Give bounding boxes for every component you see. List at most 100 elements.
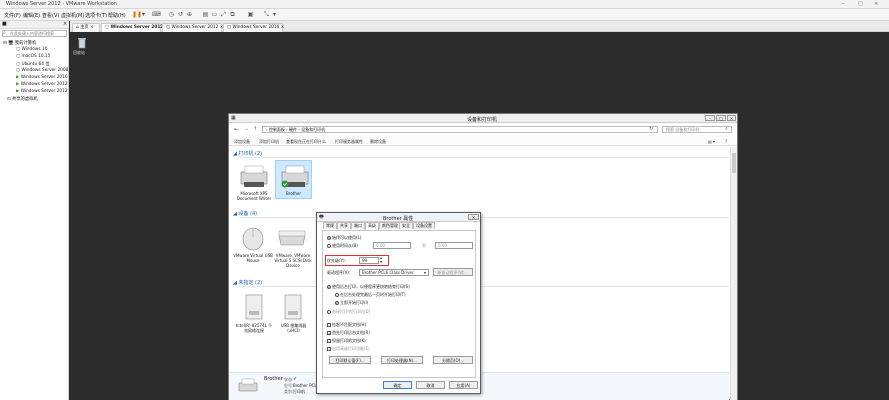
printing-defaults-button[interactable]: 打印默认值(F)... [329,356,371,364]
close-library-icon[interactable]: × [63,21,67,27]
print-spooled-first-checkbox[interactable]: ✓首先打印后台文档(R) [327,330,370,336]
apply-button[interactable]: 应用(A) [449,381,478,389]
tree-item-ws2012-b[interactable]: ▶ Windows Server 2012 [16,89,68,94]
snapshot-manager-icon[interactable]: ⊕ [186,11,193,18]
unspecified-section-header[interactable]: ◢ 未指定 (2) [233,279,262,286]
disk-icon[interactable] [276,227,308,249]
printers-section-header[interactable]: ◢ 打印机 (2) [233,150,262,157]
driver-select[interactable]: Brother PCL6 Class Driver ▾ [359,269,429,276]
console-icon[interactable]: ▣ [247,11,254,18]
recycle-bin-icon[interactable] [76,37,88,49]
tree-root[interactable]: ⊟ 🖥 我的计算机 [3,40,36,46]
tab-home[interactable]: ⌂ 主页 × [72,23,100,32]
tree-item-macos[interactable]: ▢ macOS 10.15 [16,54,50,59]
stretch-icon[interactable]: ⤡ [263,11,270,18]
tab-ws2012-active[interactable]: ▢ Windows Server 2012 × [101,23,168,32]
stretch-dropdown-icon[interactable]: ▾ [271,11,278,18]
pause-icon[interactable]: ❚❚ [132,11,142,18]
tab-ports[interactable]: 端口 [351,222,365,229]
maximize-icon[interactable]: □ [858,1,863,7]
mouse-icon[interactable] [237,224,269,252]
up-icon[interactable]: ↑ [253,126,257,132]
back-icon[interactable]: ← [234,126,239,133]
menu-vm[interactable]: 虚拟机(M) [61,12,84,19]
scrollbar-thumb[interactable] [732,153,736,173]
tree-item-ws2016[interactable]: ▶ Windows Server 2016 [16,75,68,80]
start-after-last-radio[interactable]: 在后台处理完最后一页时开始打印(T) [335,292,406,298]
print-processor-button[interactable]: 打印处理器(N)... [381,356,423,364]
new-driver-button[interactable]: 新驱动程序(W)... [433,268,473,276]
revert-icon[interactable]: ↺ [177,11,184,18]
tree-item-shared[interactable]: ⊡ 共享的虚拟机 [7,96,38,102]
brother-printer-icon[interactable] [278,163,312,189]
start-immediately-radio[interactable]: 立即开始打印(I) [335,300,368,306]
tab-advanced[interactable]: 高级 [365,222,379,230]
ok-button[interactable]: 确定 [383,381,412,389]
usb-hub-icon[interactable] [282,293,304,321]
devices-section-header[interactable]: ◢ 设备 (4) [233,210,257,217]
view-options-icon[interactable]: ▤ ▾ [708,139,715,144]
help-icon[interactable]: ? [725,139,727,144]
minimize-icon[interactable]: – [705,115,715,121]
dropdown-icon[interactable]: ▾ [140,11,147,18]
menu-help[interactable]: 帮助(H) [108,12,126,19]
send-keys-icon[interactable]: ⌨ [152,11,161,18]
close-icon[interactable]: × [727,115,736,121]
menu-tabs[interactable]: 选项卡(T) [85,12,107,19]
network-adapter-icon[interactable] [243,293,265,321]
details-category: 打印机 [293,389,305,394]
add-printer-button[interactable]: 添加打印机 [259,139,279,145]
thumbnail-icon[interactable]: ▭ [211,11,218,18]
tab-device-settings[interactable]: 设备设置 [413,222,435,229]
unity-icon[interactable]: ⧉ [229,11,236,18]
tree-item-ubuntu[interactable]: ▢ Ubuntu 64 位 [16,61,50,67]
vertical-scrollbar[interactable] [730,147,737,400]
spool-radio[interactable]: 使用后台打印，以便程序更快地结束打印(S) [327,284,410,290]
tree-item-ws2012-a[interactable]: ▶ Windows Server 2012 [16,82,68,87]
priority-spinner-icon[interactable]: ▴ ▾ [380,256,382,264]
dialog-title: Brother 属性 [383,216,414,222]
tab-sharing[interactable]: 共享 [337,222,351,229]
tree-item-windows10[interactable]: ▢ Windows 10 [16,47,47,52]
menu-view[interactable]: 查看(V) [42,12,59,19]
search-input[interactable]: 搜索 设备和打印机 [662,126,732,133]
sidebar-toggle-icon[interactable]: ▤ [202,11,209,18]
see-whats-printing-button[interactable]: 查看现在正在打印什么 [286,139,326,145]
forward-icon[interactable]: → [243,126,248,133]
devices-window: ▦ 设备和打印机 – □ × ← → ↑ › 控制面板 › 硬件 › 设备和打印… [228,113,738,400]
maximize-icon[interactable]: □ [716,115,726,121]
close-icon[interactable]: × [468,214,479,220]
vm-tabbar: ⌂ 主页 × ▢ Windows Server 2012 × ▢ Windows… [70,21,889,32]
tab-general[interactable]: 常规 [323,222,337,229]
keep-printed-checkbox[interactable]: 保留打印的文档(K) [327,338,366,344]
library-search-input[interactable]: 在此处键入内容进行搜索 [2,30,67,37]
hold-mismatched-checkbox[interactable]: 挂起不匹配文档(H) [327,322,366,328]
tab-security[interactable]: 安全 [399,222,413,229]
tree-item-ws2008[interactable]: ▢ Windows Server 2008 [16,68,68,73]
refresh-icon[interactable]: ↻ [649,126,653,132]
available-from-radio[interactable]: 使用时间从(B) [327,243,358,249]
always-available-radio[interactable]: 始终可以使用(L) [327,235,361,241]
priority-input[interactable]: 99 [359,257,379,264]
print-direct-radio[interactable]: 直接打印到打印机(D) [327,309,370,315]
remove-device-button[interactable]: 删除设备 [370,139,386,145]
checkbox-label: 启用高级打印功能(E) [332,346,370,351]
add-device-button[interactable]: 添加设备 [234,139,250,145]
tab-ws2012[interactable]: ▢ Windows Server 2012 × [162,23,223,32]
fullscreen-icon[interactable]: ⤢ [220,11,227,18]
close-icon[interactable]: × [874,1,878,7]
cancel-button[interactable]: 取消 [416,381,445,389]
tab-ws2016[interactable]: ▢ Windows Server 2016 × [223,23,284,32]
xps-printer-icon[interactable] [237,163,271,189]
separator-page-button[interactable]: 分隔页(O)... [433,356,473,364]
menu-edit[interactable]: 编辑(E) [23,12,40,19]
tab-color-management[interactable]: 颜色管理 [379,222,401,229]
advanced-features-checkbox[interactable]: ✓启用高级打印功能(E) [327,346,370,352]
menu-file[interactable]: 文件(F) [4,12,21,19]
recycle-bin-label: 回收站 [73,50,85,55]
address-bar[interactable]: › 控制面板 › 硬件 › 设备和打印机 [262,126,658,133]
snapshot-icon[interactable]: ◷ [168,11,175,18]
tree-item-label: Windows Server 2012 [20,89,68,94]
minimize-icon[interactable]: – [842,1,845,7]
print-server-properties-button[interactable]: 打印服务器属性 [335,139,363,145]
